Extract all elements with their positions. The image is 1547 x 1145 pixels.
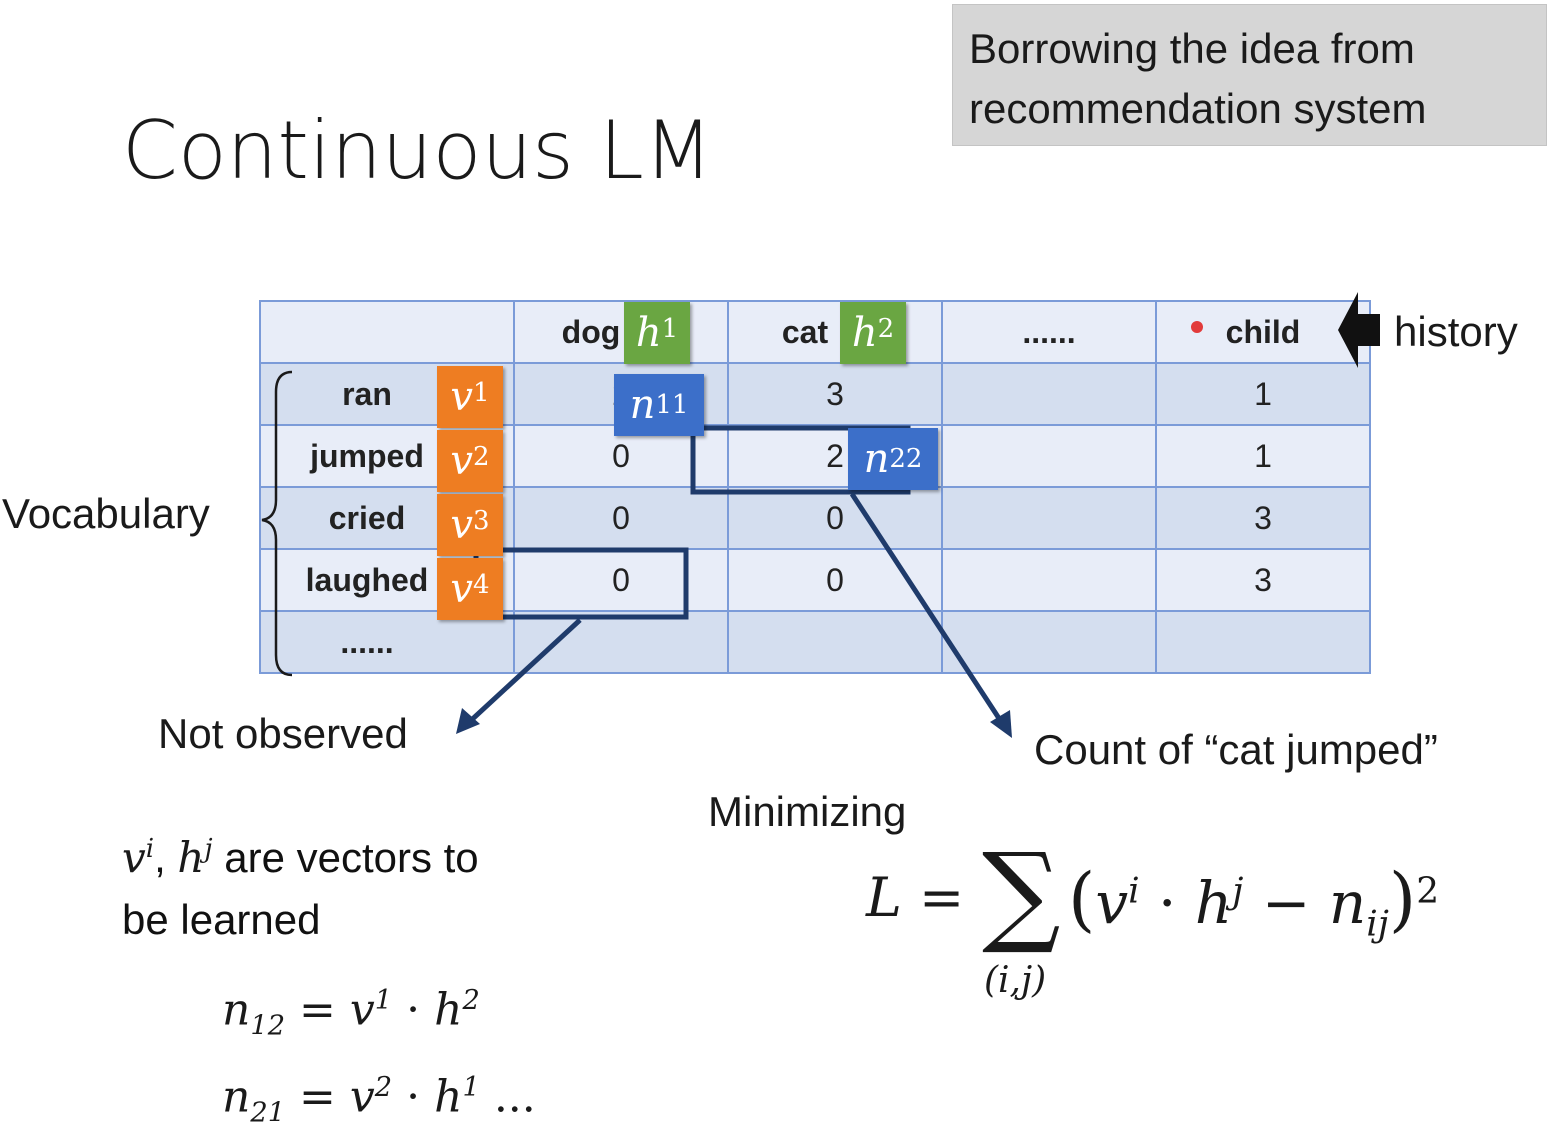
history-label: history — [1394, 308, 1518, 355]
vocabulary-brace — [261, 370, 293, 677]
v3-tag: v3 — [437, 494, 503, 556]
n22-tag: n 22 — [848, 428, 938, 490]
count-label: Count of “cat jumped” — [1034, 726, 1438, 773]
v2-tag: v2 — [437, 430, 503, 492]
highlight-dog-laughed — [473, 547, 689, 620]
example-equations: n12 = v1 · h2 n21 = v2 · h1 ... — [222, 970, 536, 1145]
v4-tag: v4 — [437, 558, 503, 620]
vi-symbol: vi — [122, 833, 155, 882]
arrow-count — [849, 492, 1007, 728]
sum-symbol: ∑ — [982, 829, 1061, 957]
cursor-dot — [1191, 321, 1203, 333]
loss-body: (vi · hj − nij)2 — [1068, 858, 1440, 945]
sum-index: (i,j) — [984, 960, 1047, 1001]
hj-symbol: hj — [177, 833, 213, 882]
arrow-not-observed-head — [456, 708, 480, 734]
h2-tag: h2 — [840, 302, 906, 364]
loss-lhs: L = — [866, 866, 965, 929]
history-arrow — [1338, 292, 1380, 368]
v1-tag: v1 — [437, 366, 503, 428]
arrow-not-observed — [464, 618, 582, 727]
vocabulary-label: Vocabulary — [2, 490, 210, 537]
n11-tag: n 11 — [614, 374, 704, 436]
equation-n21: n21 = v2 · h1 ... — [222, 1072, 536, 1129]
vectors-note: vi, hj are vectors to be learned — [122, 833, 479, 943]
not-observed-label: Not observed — [158, 710, 408, 757]
equation-n12: n12 = v1 · h2 — [222, 984, 480, 1042]
vectors-text-2: be learned — [122, 896, 321, 943]
minimizing-label: Minimizing — [708, 788, 907, 835]
h1-tag: h1 — [624, 302, 690, 364]
vectors-text-1: are vectors to — [224, 834, 479, 881]
